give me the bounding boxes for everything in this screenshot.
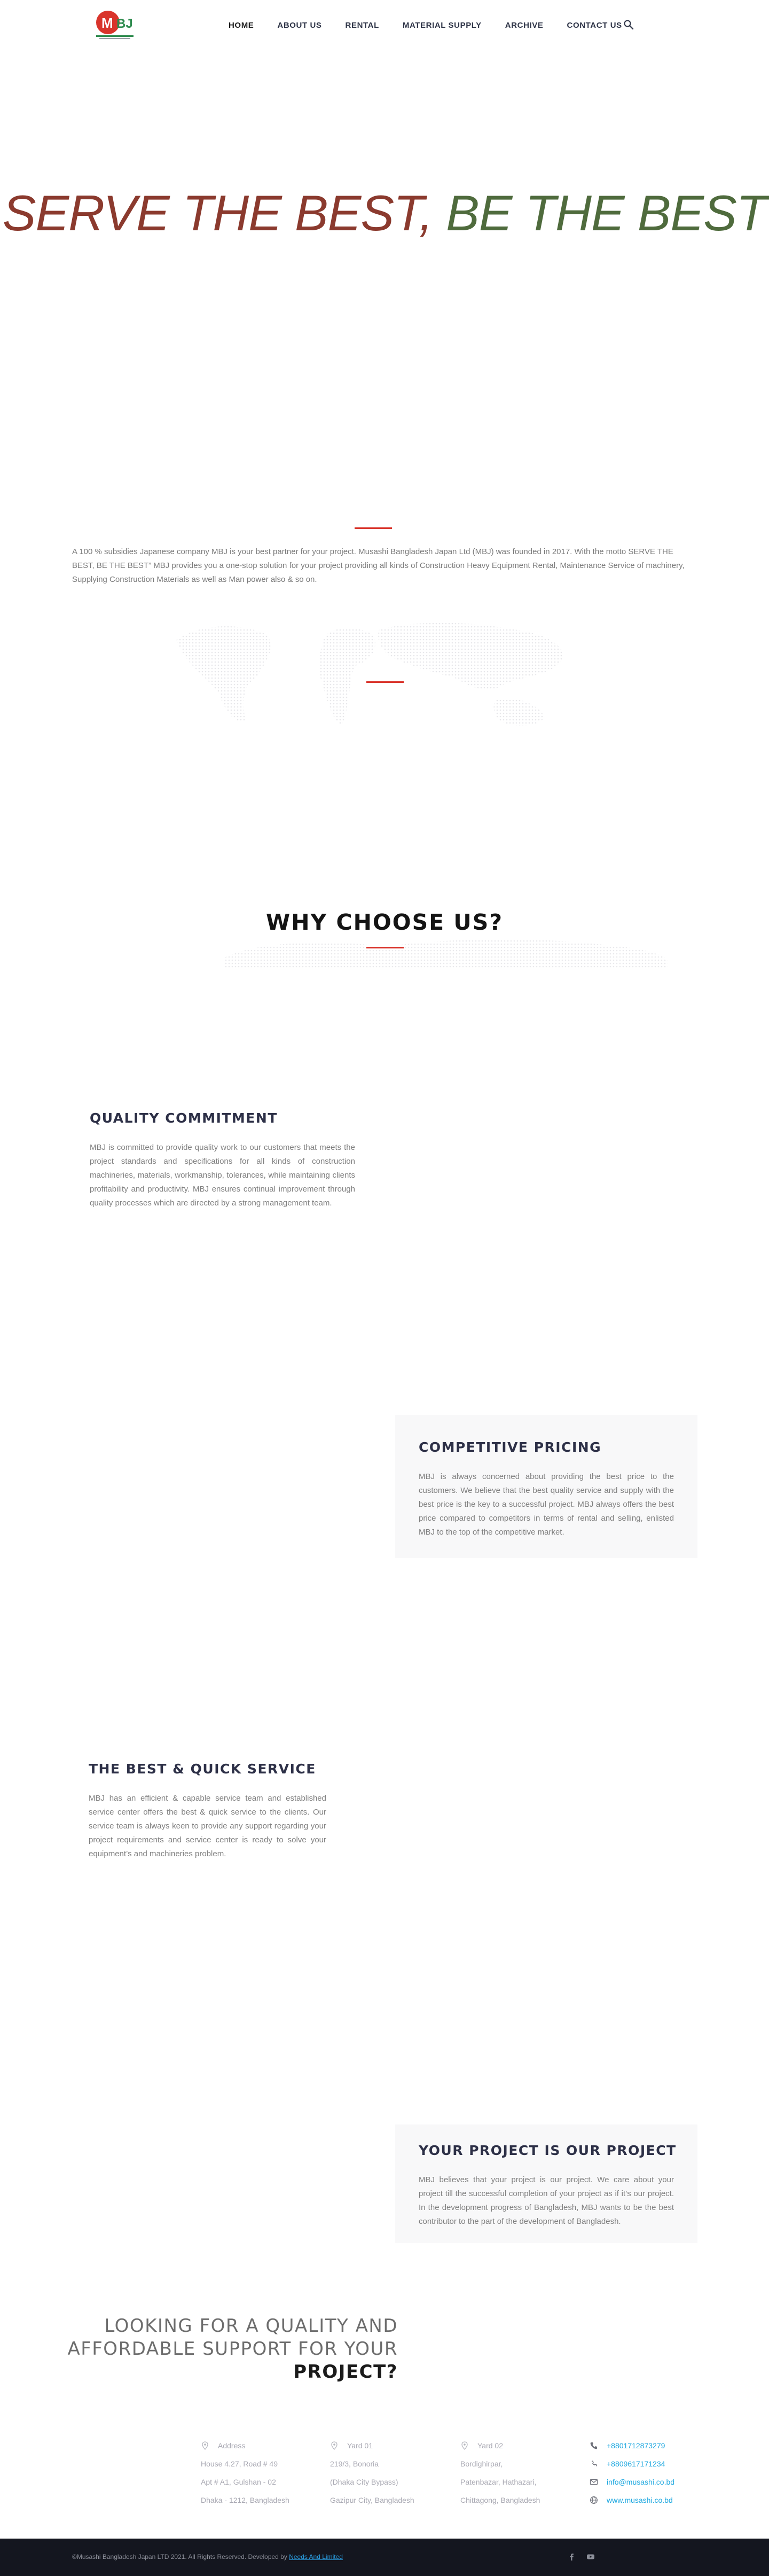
map-pin-icon xyxy=(331,2441,338,2450)
mbj-logo[interactable]: M BJ xyxy=(92,7,138,41)
contact-address: Address House 4.27, Road # 49 Apt # A1, … xyxy=(201,2437,289,2509)
contact-address-line2: Apt # A1, Gulshan - 02 xyxy=(201,2478,276,2486)
map-divider xyxy=(366,681,404,683)
site-header: M BJ HOME ABOUT US RENTAL MATERIAL SUPPL… xyxy=(0,0,769,49)
cta-line3: PROJECT? xyxy=(293,2361,398,2383)
search-icon[interactable] xyxy=(623,19,634,30)
site-footer: ©Musashi Bangladesh Japan LTD 2021. All … xyxy=(0,2539,769,2576)
feature-your-project: YOUR PROJECT IS OUR PROJECT MBJ believes… xyxy=(395,2124,697,2243)
nav-archive[interactable]: ARCHIVE xyxy=(505,21,544,30)
contact-yard1-line3: Gazipur City, Bangladesh xyxy=(330,2496,414,2504)
contact-phone-link[interactable]: +8801712873279 xyxy=(607,2441,665,2450)
contact-address-line1: House 4.27, Road # 49 xyxy=(201,2460,278,2468)
feature-title: THE BEST & QUICK SERVICE xyxy=(89,1761,316,1777)
why-divider xyxy=(366,947,404,948)
developer-link[interactable]: Needs And Limited xyxy=(289,2553,343,2561)
main-nav: HOME ABOUT US RENTAL MATERIAL SUPPLY ARC… xyxy=(229,19,646,31)
contact-yard1-line1: 219/3, Bonoria xyxy=(330,2460,379,2468)
contact-yard2-line1: Bordighirpar, xyxy=(460,2460,503,2468)
copyright-label: ©Musashi Bangladesh Japan LTD 2021. All … xyxy=(72,2553,289,2561)
contact-yard2-line3: Chittagong, Bangladesh xyxy=(460,2496,540,2504)
globe-icon xyxy=(590,2496,598,2504)
contact-yard1-line2: (Dhaka City Bypass) xyxy=(330,2478,398,2486)
feature-title: YOUR PROJECT IS OUR PROJECT xyxy=(419,2143,677,2158)
feature-text: MBJ is always concerned about providing … xyxy=(419,1472,674,1537)
contact-address-label: Address xyxy=(218,2441,246,2450)
nav-material-supply[interactable]: MATERIAL SUPPLY xyxy=(403,21,482,30)
cta-line2: AFFORDABLE SUPPORT FOR YOUR xyxy=(67,2338,398,2360)
hero-title: SERVE THE BEST, BE THE BEST xyxy=(0,188,769,238)
svg-text:BJ: BJ xyxy=(116,17,133,31)
nav-home[interactable]: HOME xyxy=(229,21,254,30)
feature-text: MBJ has an efficient & capable service t… xyxy=(89,1794,326,1858)
feature-text: MBJ believes that your project is our pr… xyxy=(419,2175,674,2226)
contact-yard2-line2: Patenbazar, Hathazari, xyxy=(460,2478,537,2486)
intro-divider xyxy=(355,527,392,529)
intro-text: A 100 % subsidies Japanese company MBJ i… xyxy=(72,547,685,584)
mobile-phone-icon xyxy=(592,2461,597,2466)
contact-email-link[interactable]: info@musashi.co.bd xyxy=(607,2478,674,2486)
svg-text:M: M xyxy=(101,15,113,31)
world-map-graphic xyxy=(176,622,563,726)
why-choose-us-title: WHY CHOOSE US? xyxy=(265,909,504,935)
cta-line1: LOOKING FOR A QUALITY AND xyxy=(104,2315,398,2337)
contact-yard-01: Yard 01 219/3, Bonoria (Dhaka City Bypas… xyxy=(330,2437,414,2509)
contact-direct: +8801712873279 +8809617171234 info@musas… xyxy=(590,2437,674,2509)
nav-rental[interactable]: RENTAL xyxy=(346,21,379,30)
youtube-icon[interactable] xyxy=(586,2552,595,2561)
cta-heading: LOOKING FOR A QUALITY AND AFFORDABLE SUP… xyxy=(64,2315,398,2384)
facebook-icon[interactable] xyxy=(567,2552,576,2561)
feature-quality-commitment: QUALITY COMMITMENT MBJ is committed to p… xyxy=(90,1110,355,1210)
contact-yard-02: Yard 02 Bordighirpar, Patenbazar, Hathaz… xyxy=(460,2437,540,2509)
copyright-text: ©Musashi Bangladesh Japan LTD 2021. All … xyxy=(72,2553,343,2561)
world-map-strip xyxy=(224,939,668,968)
contact-yard2-label: Yard 02 xyxy=(477,2441,503,2450)
phone-icon xyxy=(590,2442,597,2449)
contact-mobile-link[interactable]: +8809617171234 xyxy=(607,2460,665,2468)
feature-text: MBJ is committed to provide quality work… xyxy=(90,1143,355,1208)
contact-address-line3: Dhaka - 1212, Bangladesh xyxy=(201,2496,289,2504)
feature-title: QUALITY COMMITMENT xyxy=(90,1110,278,1126)
map-pin-icon xyxy=(202,2441,208,2450)
feature-competitive-pricing: COMPETITIVE PRICING MBJ is always concer… xyxy=(395,1415,697,1558)
feature-best-quick-service: THE BEST & QUICK SERVICE MBJ has an effi… xyxy=(89,1761,326,1861)
nav-contact-us[interactable]: CONTACT US xyxy=(567,21,622,30)
hero-title-part1: SERVE THE BEST, xyxy=(2,185,433,241)
feature-title: COMPETITIVE PRICING xyxy=(419,1439,602,1455)
map-pin-icon xyxy=(461,2441,468,2450)
hero-title-part2: BE THE BEST xyxy=(432,185,767,241)
contact-web-link[interactable]: www.musashi.co.bd xyxy=(607,2496,673,2504)
nav-about-us[interactable]: ABOUT US xyxy=(277,21,321,30)
contact-yard1-label: Yard 01 xyxy=(347,2441,373,2450)
email-icon xyxy=(590,2479,598,2485)
